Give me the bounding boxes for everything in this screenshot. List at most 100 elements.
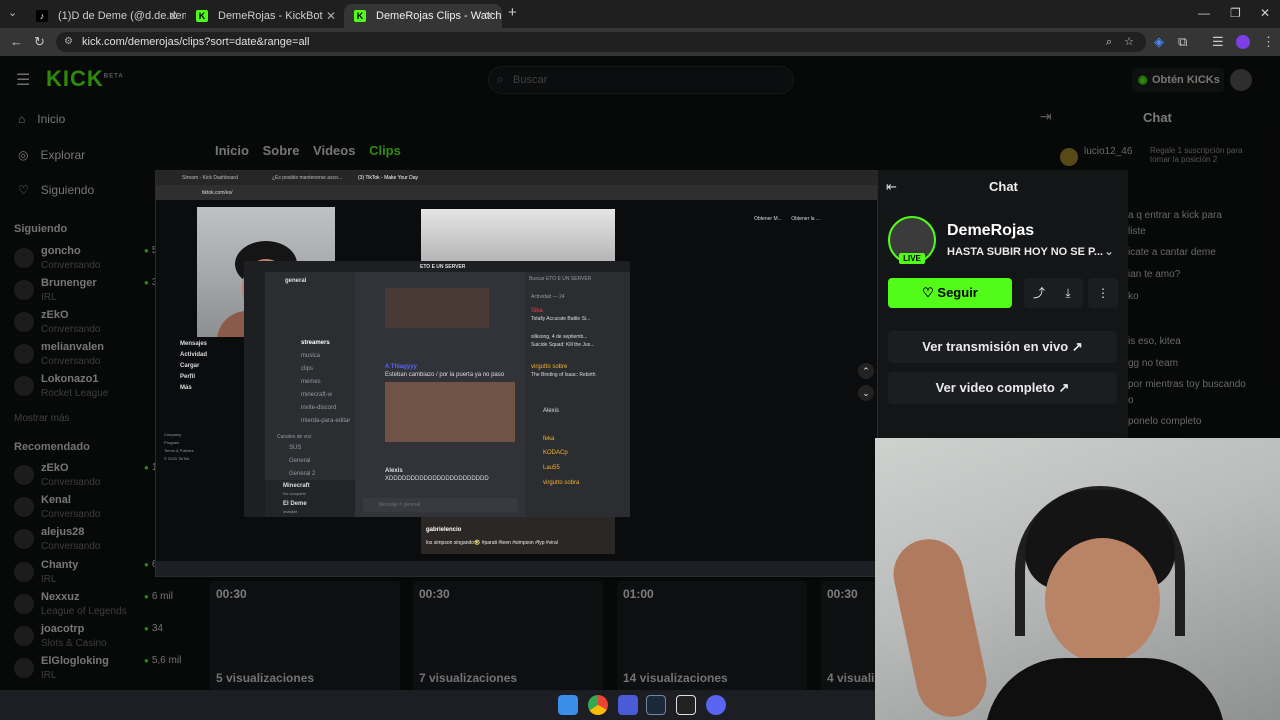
discord-search[interactable]: Buscar ETO E UN SERVER — [529, 276, 626, 282]
channel-item[interactable]: streamers — [301, 340, 330, 346]
chrome-icon[interactable] — [588, 695, 608, 715]
reload-icon[interactable]: ↻ — [34, 34, 45, 50]
message-text: XDDDDDDDDDDDDDDDDDDDDDDD — [385, 476, 489, 482]
streamer-webcam — [875, 438, 1280, 720]
follow-label: Seguir — [937, 285, 978, 300]
discord-user-status: Invisible — [283, 509, 298, 514]
tiktok-caption: los simpson singando🤣 #parati #teen #sim… — [426, 540, 558, 546]
puzzle-icon[interactable]: ⧉ — [1178, 34, 1187, 50]
channel-current[interactable]: general — [285, 278, 306, 284]
chevron-down-icon[interactable]: ⌄ — [1104, 244, 1114, 258]
app-icon[interactable] — [618, 695, 638, 715]
watch-live-button[interactable]: Ver transmisión en vivo ↗ — [888, 331, 1117, 363]
steam-icon[interactable] — [646, 695, 666, 715]
activity-name: silksong, 4 de septiemb... — [531, 334, 588, 340]
close-icon[interactable]: ✕ — [168, 4, 178, 28]
url-field[interactable]: ⚙ kick.com/demerojas/clips?sort=date&ran… — [56, 32, 1146, 52]
channel-item[interactable]: mierda-para-editar — [301, 418, 350, 424]
member-name: KODACp — [543, 450, 568, 456]
screen-share-video[interactable]: Stream - Kick Dashboard ¿Es posible mant… — [155, 170, 878, 577]
follow-button[interactable]: ♡ Seguir — [888, 278, 1012, 308]
minimize-icon[interactable]: — — [1198, 6, 1210, 20]
popup-title: Chat — [989, 179, 1018, 194]
reading-list-icon[interactable]: ☰ — [1212, 34, 1224, 50]
voice-status: No compartir — [283, 491, 306, 496]
maximize-icon[interactable]: ❐ — [1230, 6, 1241, 20]
activity-name: virgutto sobre — [531, 364, 568, 370]
message-input[interactable]: Mensaje # general — [363, 498, 518, 512]
voice-channel[interactable]: General — [289, 458, 310, 464]
new-tab-button[interactable]: + — [508, 4, 517, 21]
extension-icon[interactable]: ◈ — [1154, 34, 1164, 50]
tab-tiktok[interactable]: ♪ (1)D de Deme (@d.de.deme) | T ✕ — [26, 4, 186, 28]
streamer-name[interactable]: DemeRojas — [947, 222, 1034, 240]
discord-chat: A Thiagyyy Esteban cambiazo / por la pue… — [355, 272, 525, 517]
collapse-icon[interactable]: ⇤ — [886, 179, 897, 195]
inner-tab: ¿Es posible mantenerse asco... — [272, 175, 343, 181]
watch-live-label: Ver transmisión en vivo — [922, 339, 1069, 354]
voice-channel[interactable]: SUS — [289, 445, 301, 451]
discord-icon[interactable] — [706, 695, 726, 715]
tab-clips[interactable]: K DemeRojas Clips - Watch L ✕ — [344, 4, 502, 28]
inner-button[interactable]: Obtener M... — [754, 216, 782, 222]
scroll-up-icon[interactable]: ⌃ — [858, 363, 874, 379]
channel-item[interactable]: memes — [301, 379, 321, 385]
browser-tab-bar: ⌄ ♪ (1)D de Deme (@d.de.deme) | T ✕ K De… — [0, 0, 1280, 28]
capcut-icon[interactable] — [676, 695, 696, 715]
close-icon[interactable]: ✕ — [326, 4, 336, 28]
tiktok-menu-item: Actividad — [180, 352, 208, 358]
member-name: feka — [543, 436, 555, 442]
close-icon[interactable]: ✕ — [484, 4, 494, 28]
external-link-icon: ↗ — [1058, 380, 1070, 395]
channel-item[interactable]: invite-discord — [301, 405, 336, 411]
message-placeholder: Mensaje # general — [379, 502, 421, 508]
inner-top-buttons: Obtener M... Obtener la ... — [754, 216, 820, 222]
bookmark-star-icon[interactable]: ☆ — [1124, 32, 1134, 52]
discord-activity: Buscar ETO E UN SERVER Actividad — 24 Si… — [525, 272, 630, 517]
menu-icon[interactable]: ⋮ — [1262, 34, 1275, 50]
discord-window[interactable]: ETO E UN SERVER general streamers musica… — [244, 261, 630, 517]
voice-panel: Minecraft No compartir El Deme Invisible — [265, 480, 355, 517]
watch-full-label: Ver video completo — [935, 380, 1055, 395]
channel-item[interactable]: minecraft-w — [301, 392, 332, 398]
share-icon[interactable]: ⤴ — [1024, 278, 1054, 308]
url-text: kick.com/demerojas/clips?sort=date&range… — [82, 36, 310, 48]
inner-button[interactable]: Obtener la ... — [791, 216, 820, 222]
member-name: virgutto sobra — [543, 480, 580, 486]
close-window-icon[interactable]: ✕ — [1260, 6, 1270, 20]
tiktok-menu: Mensajes Actividad Cargar Perfil Más — [168, 339, 207, 394]
tiktok-icon: ♪ — [36, 10, 48, 22]
channel-item[interactable]: musica — [301, 353, 320, 359]
more-icon[interactable]: ⋮ — [1088, 278, 1118, 308]
inner-browser-tabs: Stream - Kick Dashboard ¿Es posible mant… — [156, 171, 877, 185]
voice-user: Minecraft — [283, 483, 310, 489]
tab-search-icon[interactable]: ⌄ — [8, 6, 17, 19]
windows-start-icon[interactable] — [558, 695, 578, 715]
voice-channel[interactable]: General 2 — [289, 471, 315, 477]
zoom-icon[interactable]: ⌕ — [1106, 32, 1112, 52]
activity-detail: Totally Accurate Battle Si... — [531, 316, 591, 322]
tiktok-menu-item: Cargar — [180, 363, 200, 369]
profile-avatar[interactable] — [1236, 35, 1250, 49]
inner-tab: Stream - Kick Dashboard — [182, 175, 238, 181]
channel-item[interactable]: clips — [301, 366, 313, 372]
hand — [887, 532, 993, 720]
back-icon[interactable]: ← — [10, 34, 23, 49]
message-author: A Thiagyyy — [385, 364, 417, 370]
tiktok-author: gabrielencio — [426, 527, 462, 533]
tab-kickbot[interactable]: K DemeRojas - KickBot ✕ — [186, 4, 344, 28]
download-icon[interactable]: ⤓ — [1053, 278, 1083, 308]
tiktok-menu-item: Más — [180, 385, 192, 391]
discord-titlebar: ETO E UN SERVER — [245, 262, 630, 272]
chat-image — [385, 288, 489, 328]
inner-tab: (3) TikTok - Make Your Day — [358, 175, 419, 181]
scroll-down-icon[interactable]: ⌄ — [858, 385, 874, 401]
face — [1045, 538, 1160, 663]
activity-detail: Suicide Squad: Kill the Jus... — [531, 342, 595, 348]
watch-full-video-button[interactable]: Ver video completo ↗ — [888, 372, 1117, 404]
footer-link: © 2025 TikTok — [164, 456, 190, 461]
tiktok-menu-item: Perfil — [180, 374, 196, 380]
chat-photo — [385, 382, 515, 442]
site-info-icon[interactable]: ⚙ — [64, 32, 73, 52]
tab-title: DemeRojas - KickBot — [218, 10, 323, 22]
